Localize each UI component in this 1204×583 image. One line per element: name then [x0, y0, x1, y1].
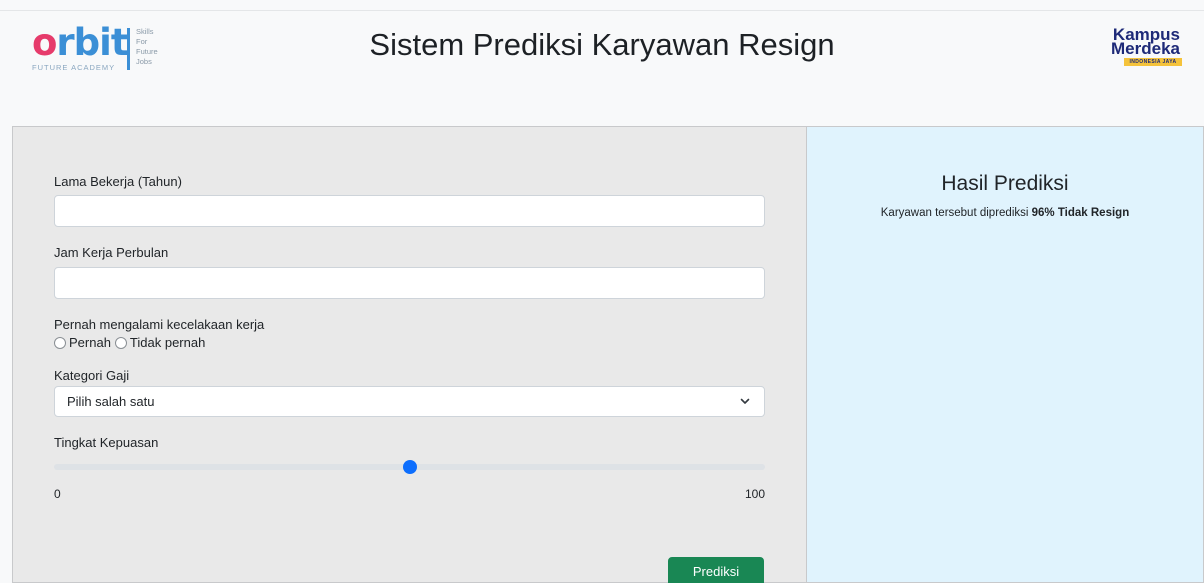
kategori-gaji-select[interactable]: Pilih salah satu [54, 386, 765, 417]
result-value: 96% Tidak Resign [1031, 207, 1130, 219]
prediksi-button[interactable]: Prediksi [668, 557, 764, 583]
kepuasan-label: Tingkat Kepuasan [54, 435, 159, 450]
kecelakaan-label: Pernah mengalami kecelakaan kerja [54, 317, 265, 332]
orbit-logo-subtitle: FUTURE ACADEMY [32, 63, 116, 72]
result-text-prefix: Karyawan tersebut diprediksi [880, 207, 1029, 219]
radio-tidak-pernah-label[interactable]: Tidak pernah [130, 335, 205, 350]
jam-kerja-label: Jam Kerja Perbulan [54, 245, 169, 260]
kepuasan-max-label: 100 [744, 487, 765, 501]
lama-bekerja-label: Lama Bekerja (Tahun) [54, 174, 182, 189]
radio-tidak-pernah[interactable] [114, 336, 127, 349]
jam-kerja-input[interactable] [54, 267, 765, 299]
kategori-gaji-label: Kategori Gaji [54, 368, 130, 383]
kategori-gaji-selected: Pilih salah satu [67, 394, 155, 409]
kecelakaan-radio-group: Pernah Tidak pernah [54, 335, 209, 350]
radio-pernah-label[interactable]: Pernah [69, 335, 111, 350]
header: orbit FUTURE ACADEMY Skills For Future J… [0, 11, 1204, 87]
result-panel: Hasil Prediksi Karyawan tersebut dipredi… [806, 126, 1204, 583]
chevron-down-icon [740, 398, 750, 404]
kepuasan-slider-thumb[interactable] [402, 460, 417, 474]
kepuasan-slider[interactable] [54, 460, 765, 474]
radio-pernah[interactable] [54, 336, 66, 349]
result-title: Hasil Prediksi [941, 172, 1069, 195]
page-title: Sistem Prediksi Karyawan Resign [369, 27, 835, 62]
result-text: Karyawan tersebut diprediksi 96% Tidak R… [807, 207, 1203, 219]
kepuasan-min-label: 0 [54, 487, 61, 501]
prediction-form: Lama Bekerja (Tahun) Jam Kerja Perbulan … [12, 126, 806, 583]
lama-bekerja-input[interactable] [54, 195, 765, 227]
kampus-merdeka-logo: Kampus Merdeka INDONESIA JAYA [1111, 25, 1182, 66]
